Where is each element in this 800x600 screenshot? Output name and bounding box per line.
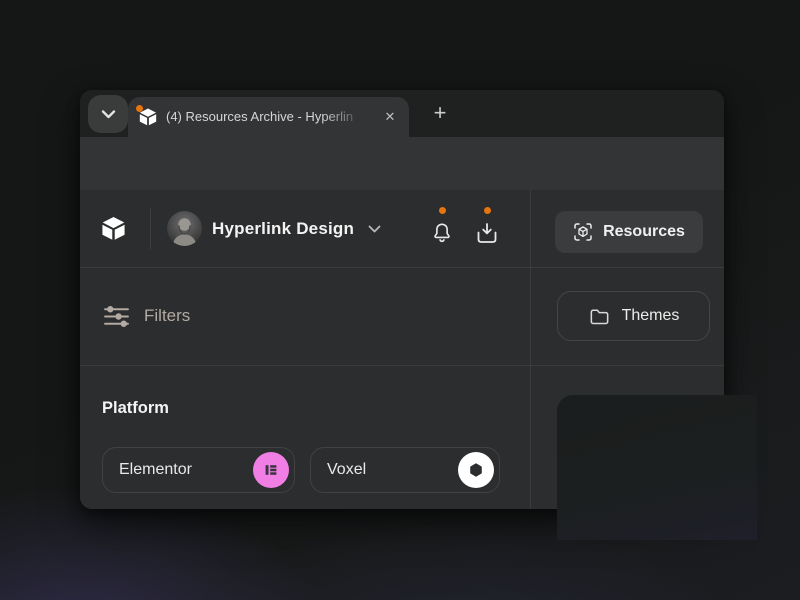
themes-button-label: Themes [622,307,680,325]
elementor-logo-icon [253,452,289,488]
notifications-button[interactable] [427,218,457,248]
platform-heading: Platform [102,393,169,423]
workspace-name: Hyperlink Design [212,219,354,239]
downloads-badge [484,207,491,214]
filters-toggle[interactable]: Filters [102,267,190,365]
sliders-icon [102,302,131,331]
cube-scan-icon [573,222,593,242]
bell-icon [431,221,453,246]
new-tab-button[interactable]: + [422,95,458,131]
resources-button[interactable]: Resources [555,211,703,253]
tab-close-button[interactable]: ✕ [379,106,401,128]
browser-tab[interactable]: (4) Resources Archive - Hyperlin ✕ [128,97,409,137]
notifications-badge [439,207,446,214]
favicon-notification-dot [136,105,143,112]
tab-title: (4) Resources Archive - Hyperlin [166,97,371,137]
downloads-button[interactable] [472,218,502,248]
voxel-logo-icon [458,452,494,488]
chevron-down-icon [368,225,381,233]
folder-icon [588,305,611,328]
chevron-down-icon [101,110,116,119]
site-logo-icon[interactable] [100,215,127,242]
chip-label: Voxel [327,461,366,479]
chip-label: Elementor [119,461,192,479]
tab-search-button[interactable] [88,95,128,133]
divider-filters [80,365,724,366]
divider-logo [150,208,151,249]
divider-vertical [530,190,531,509]
platform-chip-elementor[interactable]: Elementor [102,447,295,493]
resources-button-label: Resources [603,223,685,241]
background-notch [557,395,757,540]
tab-favicon-icon [138,107,158,127]
workspace-switcher[interactable]: Hyperlink Design [212,190,381,267]
filters-label: Filters [144,306,190,326]
workspace-avatar[interactable] [167,211,202,246]
download-tray-icon [475,221,499,246]
browser-toolbar: ← → hyperlink.design/resources/ [80,137,724,190]
platform-chip-voxel[interactable]: Voxel [310,447,500,493]
tab-strip: (4) Resources Archive - Hyperlin ✕ + [80,90,724,137]
themes-button[interactable]: Themes [557,291,710,341]
